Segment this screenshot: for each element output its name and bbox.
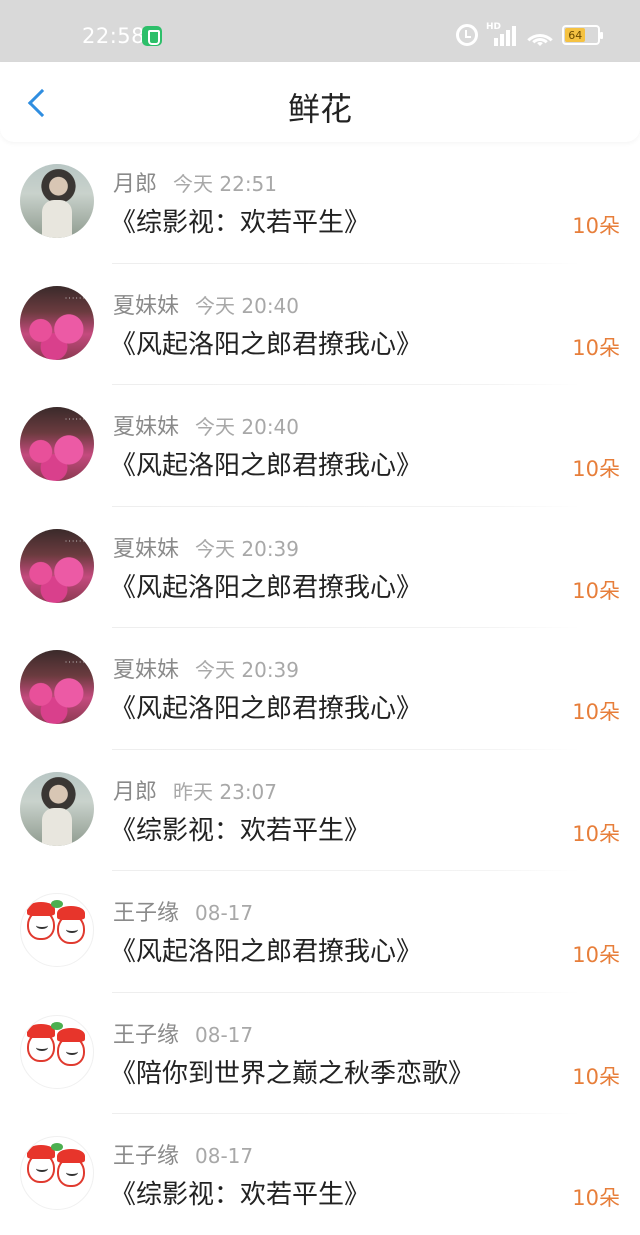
book-title: 《陪你到世界之巅之秋季恋歌》 <box>110 1058 475 1089</box>
navigation-header: 鲜花 <box>0 62 640 142</box>
flower-count: 10朵 <box>572 335 620 360</box>
flower-record-list: 月郎今天 22:51 《综影视：欢若平生》 10朵 夏妹妹今天 20:40 《风… <box>0 142 640 1235</box>
list-item[interactable]: 王子缘 08-17 《陪你到世界之巅之秋季恋歌》 10朵 <box>0 993 640 1114</box>
user-name: 王子缘 08-17 <box>113 901 254 926</box>
book-title: 《风起洛阳之郎君撩我心》 <box>110 329 423 360</box>
book-title: 《风起洛阳之郎君撩我心》 <box>110 451 423 481</box>
list-item[interactable]: 夏妹妹今天 20:40 《风起洛阳之郎君撩我心》 10朵 <box>0 264 640 385</box>
user-name: 夏妹妹 今天 20:39 <box>113 658 300 683</box>
record-time: 08-17 <box>195 1144 254 1168</box>
user-name: 夏妹妹 今天 20:39 <box>113 536 300 562</box>
user-name: 夏妹妹 今天 20:40 <box>113 293 300 319</box>
avatar[interactable] <box>20 528 94 603</box>
avatar[interactable] <box>20 650 94 724</box>
record-time: 今天 22:51 <box>173 172 278 196</box>
avatar[interactable] <box>20 1014 94 1089</box>
user-name: 月郎 今天 22:51 <box>113 172 278 197</box>
list-item[interactable]: 夏妹妹今天 20:40 《风起洛阳之郎君撩我心》 10朵 <box>0 385 640 507</box>
flower-count: 10朵 <box>572 943 620 967</box>
page-title: 鲜花 <box>287 90 352 128</box>
record-time: 今天 20:39 <box>195 536 300 561</box>
user-name: 夏妹妹 今天 20:40 <box>113 415 300 440</box>
list-item[interactable]: 夏妹妹今天 20:39 《风起洛阳之郎君撩我心》 10朵 <box>0 628 640 750</box>
battery-icon: 64 <box>562 25 603 45</box>
alarm-icon <box>456 24 478 46</box>
avatar[interactable] <box>20 285 94 360</box>
user-name: 王子缘 08-17 <box>113 1022 254 1048</box>
book-title: 《综影视：欢若平生》 <box>110 208 371 238</box>
status-icons: HD 64 <box>456 22 603 48</box>
list-item[interactable]: 王子缘 08-17 《风起洛阳之郎君撩我心》 10朵 <box>0 871 640 993</box>
record-time: 昨天 23:07 <box>173 779 278 804</box>
network-label: HD <box>486 22 502 32</box>
flower-count: 10朵 <box>572 700 620 724</box>
user-name: 王子缘 08-17 <box>113 1144 254 1169</box>
avatar[interactable] <box>20 164 94 238</box>
avatar[interactable] <box>20 1136 94 1210</box>
flower-count: 10朵 <box>572 821 620 846</box>
battery-level: 64 <box>565 28 586 42</box>
book-title: 《风起洛阳之郎君撩我心》 <box>110 937 423 967</box>
flower-count: 10朵 <box>572 457 620 481</box>
wifi-icon <box>526 24 554 46</box>
avatar[interactable] <box>20 407 94 481</box>
avatar[interactable] <box>20 893 94 967</box>
status-bar: 22:58 HD 64 <box>0 0 640 62</box>
signal-icon: HD <box>486 22 518 46</box>
list-item[interactable]: 月郎 今天 22:51 《综影视：欢若平生》 10朵 <box>0 142 640 264</box>
record-time: 今天 20:39 <box>195 658 300 682</box>
book-title: 《风起洛阳之郎君撩我心》 <box>110 694 423 724</box>
book-title: 《综影视：欢若平生》 <box>110 1180 371 1210</box>
record-time: 今天 20:40 <box>195 293 300 318</box>
record-time: 08-17 <box>195 1022 254 1047</box>
avatar[interactable] <box>20 771 94 846</box>
book-title: 《风起洛阳之郎君撩我心》 <box>110 572 423 603</box>
flower-count: 10朵 <box>572 578 620 603</box>
flower-count: 10朵 <box>572 1186 620 1210</box>
list-item[interactable]: 夏妹妹今天 20:39 《风起洛阳之郎君撩我心》 10朵 <box>0 507 640 628</box>
record-time: 08-17 <box>195 901 254 925</box>
flower-count: 10朵 <box>572 214 620 238</box>
app-notification-icon <box>142 26 162 46</box>
book-title: 《综影视：欢若平生》 <box>110 815 371 846</box>
flower-count: 10朵 <box>572 1064 620 1089</box>
status-time: 22:58 <box>82 24 146 48</box>
user-name: 月郎 昨天 23:07 <box>113 779 278 805</box>
list-item[interactable]: 月郎 昨天 23:07 《综影视：欢若平生》 10朵 <box>0 750 640 871</box>
list-item[interactable]: 王子缘 08-17 《综影视：欢若平生》 10朵 <box>0 1114 640 1235</box>
record-time: 今天 20:40 <box>195 415 300 439</box>
